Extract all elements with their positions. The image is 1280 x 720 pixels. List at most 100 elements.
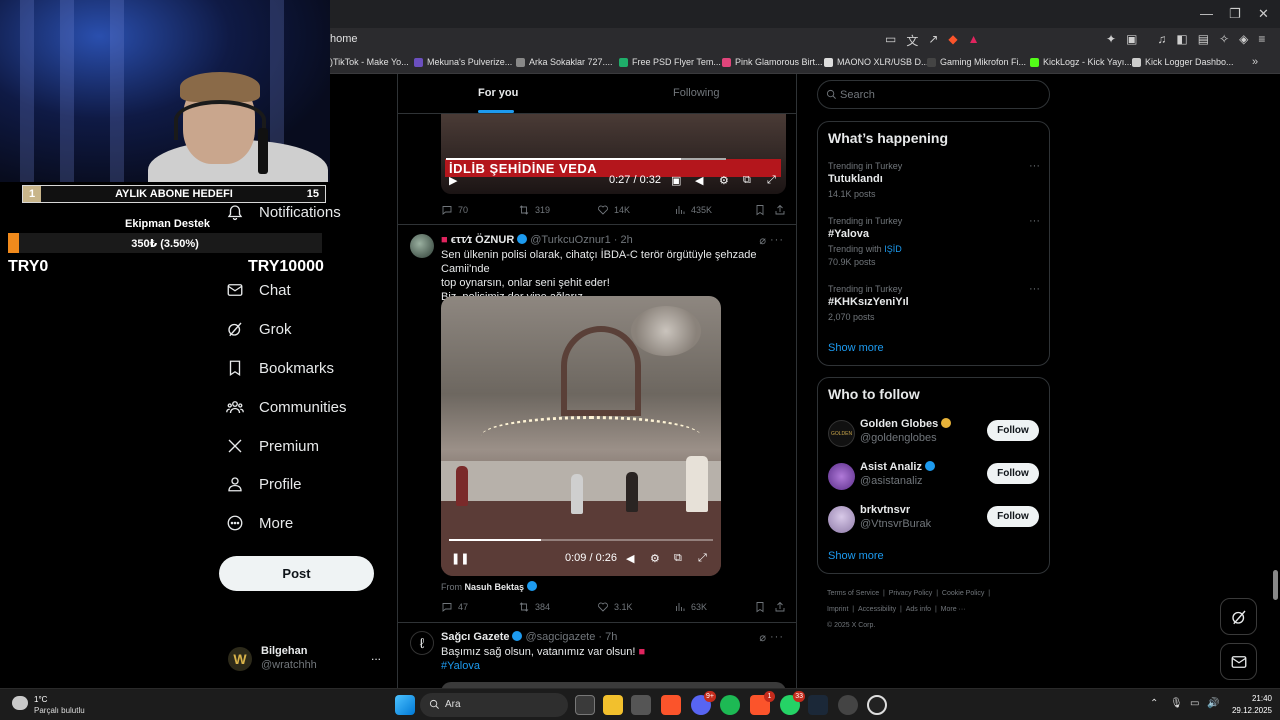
taskbar-search[interactable]: Ara [420, 693, 568, 717]
file-explorer-icon[interactable] [603, 695, 623, 715]
nav-bookmarks[interactable]: Bookmarks [226, 359, 334, 377]
footer-link[interactable]: Cookie Policy [942, 590, 984, 597]
reply-button[interactable]: 70 [441, 204, 468, 216]
follow-button[interactable]: Follow [987, 463, 1039, 484]
footer-link[interactable]: Privacy Policy [889, 590, 933, 597]
close-window-button[interactable]: ✕ [1258, 6, 1269, 22]
nav-profile[interactable]: Profile [226, 475, 302, 493]
reader-icon[interactable]: ▣ [1126, 32, 1137, 46]
menu-icon[interactable]: ≡ [1258, 32, 1265, 46]
settings-icon[interactable]: ⚙ [650, 552, 660, 565]
bookmark-item[interactable]: Free PSD Flyer Tem... [619, 57, 721, 67]
spotify-icon[interactable] [720, 695, 740, 715]
nav-premium[interactable]: Premium [226, 437, 319, 455]
brave-shield-icon[interactable]: ◆ [948, 32, 957, 49]
volume-icon[interactable]: ◀ [626, 552, 634, 565]
scrollbar-thumb[interactable] [1273, 570, 1278, 600]
trend-item[interactable]: Trending in Turkey #KHKsızYeniYıl 2,070 … [828, 283, 1040, 324]
bookmark-item[interactable]: Kick Logger Dashbo... [1132, 57, 1234, 67]
translate-icon[interactable]: 文 [906, 32, 918, 49]
retweet-button[interactable]: 319 [518, 204, 550, 216]
play-icon[interactable]: ▶ [449, 174, 457, 187]
account-switcher[interactable]: W Bilgehan @wratchhh ... [228, 643, 388, 677]
cast-icon[interactable]: ▭ [885, 32, 896, 49]
reply-button[interactable]: 47 [441, 601, 468, 613]
trends-show-more-link[interactable]: Show more [828, 342, 884, 354]
search-input[interactable]: Search [817, 80, 1050, 109]
tweet-more-icon[interactable]: ··· [770, 234, 784, 246]
whatsapp-icon[interactable]: 33 [780, 691, 805, 715]
footer-link[interactable]: Imprint [827, 606, 848, 613]
extensions-icon[interactable]: ✦ [1106, 32, 1116, 46]
bookmark-item[interactable]: Mekuna's Pulverize... [414, 57, 512, 67]
tweet-video[interactable]: İDLİB ŞEHİDİNE VEDA ▶ 0:27 / 0:32 ▣ ◀ ⚙ … [441, 114, 786, 194]
fullscreen-icon[interactable]: ⤢ [767, 174, 776, 187]
avatar[interactable] [410, 234, 434, 258]
retweet-button[interactable]: 384 [518, 601, 550, 613]
brave-browser-icon[interactable]: 1 [750, 691, 775, 715]
nav-grok[interactable]: Grok [226, 320, 292, 338]
windows-start-icon[interactable] [395, 695, 415, 715]
footer-link[interactable]: Ads info [906, 606, 931, 613]
settings-app-icon[interactable] [867, 695, 887, 715]
settings-icon[interactable]: ⚙ [719, 174, 729, 187]
system-clock[interactable]: 21:40 29.12.2025 [1224, 693, 1272, 717]
like-button[interactable]: 14K [597, 204, 630, 216]
trend-more-icon[interactable]: ··· [1029, 160, 1040, 173]
share-icon[interactable]: ↗ [928, 32, 938, 49]
post-button[interactable]: Post [219, 556, 374, 591]
discord-icon[interactable]: 9+ [691, 691, 716, 715]
bookmark-item[interactable]: )TikTok - Make Yo... [330, 57, 409, 67]
nav-communities[interactable]: Communities [226, 398, 347, 416]
vpn-icon[interactable]: ◈ [1239, 32, 1248, 46]
store-icon[interactable] [631, 695, 651, 715]
tweet-time[interactable]: · 2h [614, 234, 633, 246]
bookmark-button[interactable] [754, 204, 766, 216]
video-progress-bar[interactable] [449, 539, 713, 541]
source-author[interactable]: Nasuh Bektaş [465, 582, 525, 592]
trend-more-icon[interactable]: ··· [1029, 283, 1040, 296]
tweet-author-handle[interactable]: @sagcigazete [525, 631, 595, 643]
bookmarks-more-button[interactable]: » [1252, 56, 1258, 68]
follow-show-more-link[interactable]: Show more [828, 550, 884, 562]
views-button[interactable]: 435K [674, 204, 712, 216]
bookmark-item[interactable]: Pink Glamorous Birt... [722, 57, 823, 67]
volume-icon[interactable]: ◀ [695, 174, 703, 187]
brave-browser-icon[interactable] [661, 695, 681, 715]
footer-link[interactable]: Accessibility [858, 606, 896, 613]
like-button[interactable]: 3.1K [597, 601, 633, 613]
nav-chat[interactable]: Chat [226, 281, 291, 299]
url-text[interactable]: home [330, 33, 358, 45]
grok-explain-icon[interactable]: ⌀ [759, 631, 766, 644]
views-button[interactable]: 63K [674, 601, 707, 613]
steam-icon[interactable] [808, 695, 828, 715]
brave-rewards-icon[interactable]: ▲ [968, 32, 980, 49]
video-progress-bar[interactable] [446, 158, 726, 160]
tweet-more-icon[interactable]: ··· [770, 631, 784, 643]
sidebar-icon[interactable]: ◧ [1176, 32, 1187, 46]
weather-widget[interactable]: 1°C Parçalı bulutlu [12, 694, 102, 718]
microphone-icon[interactable]: 🎙 [1170, 698, 1183, 709]
messages-float-button[interactable] [1220, 643, 1257, 680]
grok-explain-icon[interactable]: ⌀ [759, 234, 766, 247]
trend-item[interactable]: Trending in Turkey #Yalova Trending with… [828, 215, 1040, 269]
task-view-icon[interactable] [575, 695, 595, 715]
nav-notifications[interactable]: Notifications [226, 203, 341, 221]
tweet-time[interactable]: · 7h [598, 631, 617, 643]
obs-icon[interactable] [838, 695, 858, 715]
network-icon[interactable]: ▭ [1190, 698, 1199, 709]
volume-icon[interactable]: 🔊 [1207, 698, 1219, 709]
wallet-icon[interactable]: ▤ [1198, 32, 1209, 46]
nav-more[interactable]: More [226, 514, 293, 532]
media-icon[interactable]: ♫ [1157, 32, 1166, 46]
follow-suggestion[interactable]: brkvtnsvr @VtnsvrBurak Follow [828, 504, 1040, 540]
footer-link[interactable]: Terms of Service [827, 590, 879, 597]
bookmark-item[interactable]: Arka Sokaklar 727.... [516, 57, 613, 67]
tab-for-you[interactable]: For you [478, 87, 518, 99]
pip-icon[interactable]: ⧉ [743, 174, 751, 187]
tweet-author-name[interactable]: Sağcı Gazete [441, 631, 509, 643]
trend-related-link[interactable]: IŞİD [884, 244, 902, 254]
bookmark-item[interactable]: KickLogz - Kick Yayı... [1030, 57, 1132, 67]
leo-icon[interactable]: ✧ [1219, 32, 1229, 46]
pip-icon[interactable]: ⧉ [674, 552, 682, 565]
